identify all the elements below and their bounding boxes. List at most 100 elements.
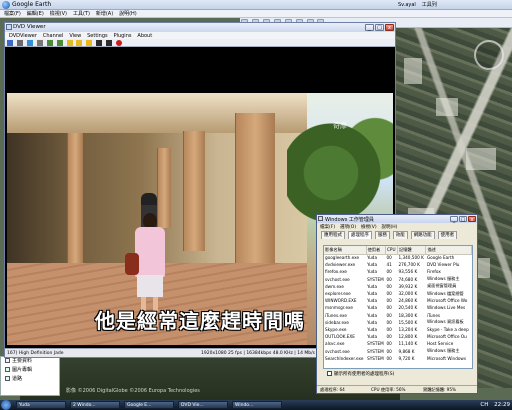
checkbox-icon[interactable] (5, 367, 10, 372)
checkbox-icon[interactable] (5, 358, 10, 363)
start-button[interactable] (1, 400, 11, 410)
show-all-users-checkbox[interactable]: 顯示所有使用者的處理程序(S) (327, 371, 394, 377)
display-icon[interactable] (16, 40, 23, 46)
tm-menu-file[interactable]: 檔案(F) (320, 224, 335, 231)
taskbar: Yuda 2 Windo... Google E... DVD Vie... W… (0, 400, 512, 410)
taskbar-button[interactable]: 2 Windo... (70, 401, 120, 409)
pause-icon[interactable] (106, 40, 113, 46)
process-row[interactable]: WINWORD.EXE Yuda 00 24,860 K Microsoft Offic… (324, 297, 472, 304)
minimize-button[interactable]: _ (450, 216, 458, 223)
process-cell: SYSTEM (367, 355, 384, 361)
language-indicator[interactable]: CH (480, 402, 488, 408)
channel-label: 167) High Definition Jade (7, 351, 64, 356)
process-row[interactable]: alsvc.exe SYSTEM 00 11,140 K Host Service (324, 340, 472, 347)
sidebar-layer[interactable]: 圖片專輯 (1, 366, 59, 375)
tab-networking[interactable]: 網路功能 (410, 231, 435, 239)
taskbar-button[interactable]: Windo... (232, 401, 282, 409)
taskbar-button[interactable]: DVD Vie... (178, 401, 228, 409)
column-memory[interactable]: 記憶體 (397, 246, 427, 255)
process-cell: Yuda (367, 255, 378, 261)
ge-menu-file[interactable]: 檔案(F) (4, 10, 21, 18)
ge-menu-add[interactable]: 新增(A) (96, 10, 113, 18)
ge-menu-help[interactable]: 說明(H) (119, 10, 137, 18)
process-row[interactable]: msnmsgr.exe Yuda 00 20,540 K Windows Live Me… (324, 304, 472, 311)
process-row[interactable]: firefox.exe Yuda 00 93,556 K Firefox (324, 268, 472, 275)
tab-users[interactable]: 使用者 (437, 231, 458, 239)
process-cell: svchost.exe (325, 276, 350, 282)
process-cell: Yuda (367, 312, 378, 318)
ge-tab-0[interactable]: Sv.ayal (396, 1, 418, 9)
checkbox-icon[interactable] (5, 376, 10, 381)
process-cell: explorer.exe (325, 291, 351, 297)
process-row[interactable]: iTunes.exe Yuda 00 18,300 K iTunes (324, 312, 472, 319)
stop-icon[interactable] (96, 40, 103, 46)
ge-menu-tools[interactable]: 工具(T) (73, 10, 90, 18)
sidebar-layer[interactable]: 道路 (1, 375, 59, 384)
favorite-icon[interactable] (76, 40, 83, 46)
tab-performance[interactable]: 效能 (392, 231, 408, 239)
process-list[interactable]: 影像名稱 使用者 CPU 記憶體 描述 googleearth.exe Yuda 0… (323, 245, 473, 369)
process-count: 處理程序: 64 (320, 387, 345, 392)
process-cell: 24,860 K (398, 298, 418, 304)
process-row[interactable]: explorer.exe Yuda 00 32,000 K Windows 檔案總管 (324, 290, 472, 297)
process-cell: 00 (386, 334, 392, 340)
ge-menu-view[interactable]: 檢視(V) (50, 10, 67, 18)
process-row[interactable]: svchost.exe SYSTEM 00 9,868 K Windows 服務主 (324, 347, 472, 354)
process-cell: 18,300 K (398, 312, 418, 318)
tm-menu-view[interactable]: 檢視(V) (361, 224, 377, 231)
process-cell: Google Earth (426, 255, 455, 261)
sidebar-layer[interactable]: 主要資料 (1, 357, 59, 366)
process-row[interactable]: sidebar.exe Yuda 00 15,500 K Windows 資訊看板 (324, 319, 472, 326)
process-row[interactable]: dwm.exe Yuda 00 39,932 K 桌面視窗管理員 (324, 283, 472, 290)
clock[interactable]: 22:29 (494, 402, 510, 408)
record-icon[interactable] (116, 40, 123, 46)
tm-menu-help[interactable]: 說明(H) (382, 224, 398, 231)
dvd-toolbar (5, 39, 395, 47)
process-cell: 13,204 K (398, 326, 418, 332)
process-row[interactable]: OUTLOOK.EXE Yuda 00 12,800 K Microsoft Offic… (324, 333, 472, 340)
tab-applications[interactable]: 應用程式 (321, 231, 345, 239)
column-cpu[interactable]: CPU (385, 246, 398, 255)
tab-processes[interactable]: 處理程序 (347, 231, 372, 239)
google-earth-tabs: Sv.ayal 工具列 (396, 0, 512, 10)
process-row[interactable]: googleearth.exe Yuda 00 1,340,500 K Google E… (324, 254, 472, 261)
open-icon[interactable] (7, 40, 13, 46)
process-row[interactable]: svchost.exe SYSTEM 00 74,680 K Windows 服務主 (324, 276, 472, 283)
star-icon[interactable] (66, 40, 73, 46)
process-cell: Host Service (426, 341, 454, 347)
forward-icon[interactable] (56, 40, 63, 46)
close-button[interactable]: x (385, 24, 394, 31)
process-cell: WINWORD.EXE (325, 298, 357, 304)
column-image-name[interactable]: 影像名稱 (324, 246, 367, 255)
google-earth-title: Google Earth (12, 1, 52, 8)
process-row[interactable]: SearchIndexer.exe SYSTEM 00 9,720 K Microsof… (324, 355, 472, 362)
column-user[interactable]: 使用者 (366, 246, 387, 255)
task-manager-titlebar: Windows 工作管理員 _ □ x (317, 215, 477, 223)
process-cell: Yuda (367, 319, 378, 325)
taskbar-button[interactable]: Yuda (16, 401, 66, 409)
ge-menu-edit[interactable]: 編輯(E) (27, 10, 44, 18)
process-cell: 41 (386, 262, 392, 268)
task-manager-title: Windows 工作管理員 (325, 217, 374, 223)
column-description[interactable]: 描述 (425, 246, 472, 255)
process-cell: Microsoft Windows (426, 355, 467, 361)
google-earth-menubar: 檔案(F) 編輯(E) 檢視(V) 工具(T) 新增(A) 說明(H) (0, 10, 512, 18)
maximize-button[interactable]: □ (459, 216, 467, 223)
bookmark-icon[interactable] (86, 40, 93, 46)
ge-tab-1[interactable]: 工具列 (420, 0, 439, 9)
process-cell: 276,700 K (398, 262, 420, 268)
screen-icon[interactable] (26, 40, 33, 46)
tm-menu-options[interactable]: 選項(O) (340, 224, 356, 231)
minimize-button[interactable]: _ (365, 24, 374, 31)
close-button[interactable]: x (468, 216, 476, 223)
taskbar-button[interactable]: Google E... (124, 401, 174, 409)
settings-icon[interactable] (36, 40, 43, 46)
navigation-compass-icon[interactable] (474, 40, 504, 70)
process-row[interactable]: dvdviewer.exe Yuda 41 276,700 K DVD Viewer P… (324, 261, 472, 268)
tab-services[interactable]: 服務 (374, 231, 390, 239)
back-icon[interactable] (46, 40, 53, 46)
maximize-button[interactable]: □ (375, 24, 384, 31)
process-row[interactable]: Skype.exe Yuda 00 13,204 K Skype - Take a de… (324, 326, 472, 333)
checkbox-icon[interactable] (327, 371, 332, 376)
memory-usage: 實體記憶體: 95% (423, 387, 456, 392)
